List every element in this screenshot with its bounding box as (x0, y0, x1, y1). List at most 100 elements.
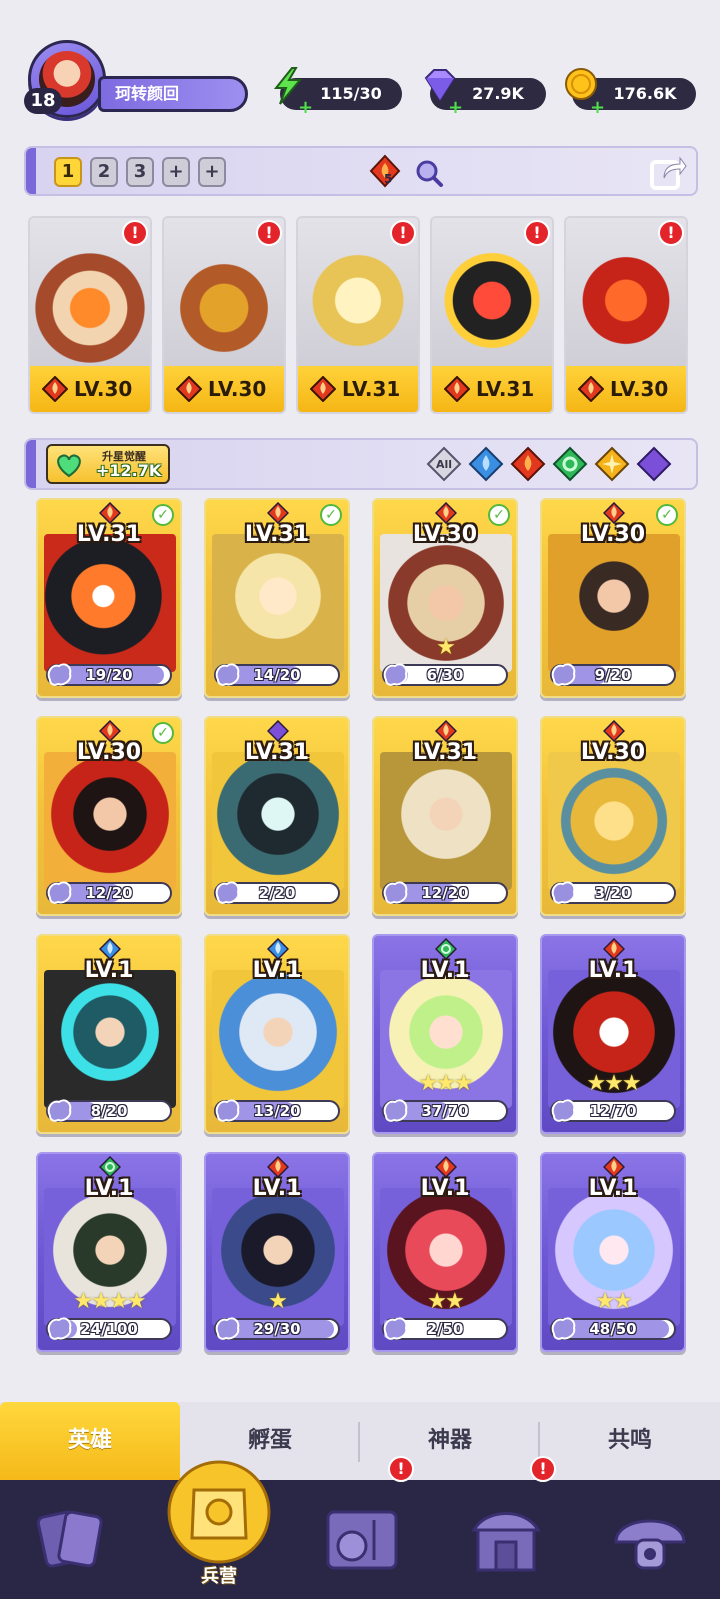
hero-fragment-bar: 9/20 (550, 663, 676, 686)
hero-fragment-count: 9/20 (594, 666, 632, 684)
awaken-value: +12.7K (96, 461, 162, 480)
tab-artifacts[interactable]: 神器 (360, 1402, 540, 1480)
map-alert-badge: ! (388, 1456, 414, 1482)
hero-stars: ★★ (427, 1289, 464, 1314)
filter-light-icon[interactable] (594, 446, 630, 482)
hero-card[interactable]: LV.1 ★★★ 12/70 (540, 934, 686, 1134)
star-awaken-button[interactable]: 升星觉醒 +12.7K (46, 444, 170, 484)
hero-fragment-bar: 2/50 (382, 1317, 508, 1340)
fire-element-icon (435, 1156, 457, 1178)
hero-fragment-bar: 12/20 (382, 881, 508, 904)
hero-portrait (44, 970, 176, 1108)
hero-card[interactable]: LV.31 2/20 (204, 716, 350, 916)
fire-element-icon (603, 1156, 625, 1178)
hero-card[interactable]: LV.30 3/20 (540, 716, 686, 916)
filter-wind-icon[interactable] (552, 446, 588, 482)
player-level-badge: 18 (24, 88, 62, 114)
hero-fragment-count: 12/20 (85, 884, 133, 902)
team-hero-card[interactable]: LV.30! (162, 216, 286, 414)
fire-element-icon (310, 376, 336, 402)
hero-fragment-count: 2/50 (426, 1320, 464, 1338)
search-icon[interactable] (414, 158, 444, 188)
team-hero-alert: ! (390, 220, 416, 246)
team-hero-alert: ! (122, 220, 148, 246)
hero-fragment-bar: 14/20 (214, 663, 340, 686)
hero-fragment-bar: 13/20 (214, 1099, 340, 1122)
nav-shrine[interactable] (432, 1480, 576, 1599)
team-slot-2[interactable]: 2 (90, 157, 118, 187)
hero-fragment-bar: 48/50 (550, 1317, 676, 1340)
tab-heroes[interactable]: 英雄 (0, 1402, 180, 1480)
hero-fragment-count: 3/20 (594, 884, 632, 902)
hero-card[interactable]: LV.1 ★★ 48/50 (540, 1152, 686, 1352)
hero-level: LV.31 (412, 740, 478, 765)
hero-card[interactable]: LV.1 13/20 (204, 934, 350, 1134)
fire-count: 5 (384, 172, 393, 186)
hero-fragment-bar: 6/30 (382, 663, 508, 686)
hero-fragment-count: 24/100 (80, 1320, 138, 1338)
hero-card[interactable]: LV.31 12/20 (372, 716, 518, 916)
energy-counter[interactable]: + 115/30 (273, 67, 402, 118)
team-hero-card[interactable]: LV.30! (28, 216, 152, 414)
add-energy-icon[interactable]: + (298, 92, 313, 124)
hero-card[interactable]: LV.1 8/20 (36, 934, 182, 1134)
map-icon (326, 1510, 398, 1570)
hero-portrait (212, 752, 344, 890)
hero-card[interactable]: LV.1 ★★★★ 24/100 (36, 1152, 182, 1352)
add-team-slot-button-2[interactable]: + (198, 157, 226, 187)
hero-card[interactable]: ✓ LV.30 9/20 (540, 498, 686, 698)
hero-fragment-bar: 24/100 (46, 1317, 172, 1340)
team-hero-card[interactable]: LV.31! (296, 216, 420, 414)
hero-level: LV.30 (412, 522, 478, 547)
team-hero-card[interactable]: LV.30! (564, 216, 688, 414)
filter-bar: 升星觉醒 +12.7K All (24, 438, 698, 490)
tab-resonance[interactable]: 共鸣 (540, 1402, 720, 1480)
hero-level: LV.1 (420, 958, 470, 983)
fire-element-icon (603, 938, 625, 960)
nav-cards[interactable] (0, 1480, 144, 1599)
fire-element-icon (42, 376, 68, 402)
hero-card[interactable]: ✓ LV.31 19/20 (36, 498, 182, 698)
hero-card[interactable]: ✓ LV.30 ★ 6/30 (372, 498, 518, 698)
nav-map[interactable] (288, 1480, 432, 1599)
team-hero-card[interactable]: LV.31! (430, 216, 554, 414)
fire-element-icon (176, 376, 202, 402)
add-team-slot-button[interactable]: + (162, 157, 190, 187)
add-coins-icon[interactable]: + (590, 92, 605, 124)
hero-portrait (212, 970, 344, 1108)
share-icon[interactable] (648, 152, 688, 192)
player-name[interactable]: 珂转颜回 (98, 76, 248, 112)
hero-fragment-count: 2/20 (258, 884, 296, 902)
nav-active-label: 兵营 (201, 1566, 237, 1587)
hero-card[interactable]: ✓ LV.30 12/20 (36, 716, 182, 916)
filter-water-icon[interactable] (468, 446, 504, 482)
hero-stars: ★ (436, 635, 456, 660)
sub-tab-bar: 英雄 孵蛋 神器 共鸣 (0, 1402, 720, 1480)
filter-dark-icon[interactable] (636, 446, 672, 482)
team-slot-3[interactable]: 3 (126, 157, 154, 187)
hero-card[interactable]: ✓ LV.31 14/20 (204, 498, 350, 698)
add-gems-icon[interactable]: + (448, 92, 463, 124)
team-slot-1[interactable]: 1 (54, 157, 82, 187)
team-hero-alert: ! (658, 220, 684, 246)
filter-all-icon[interactable]: All (426, 446, 462, 482)
fire-element-icon (603, 720, 625, 742)
nav-barracks[interactable]: 兵营 (164, 1454, 274, 1594)
filter-fire-icon[interactable] (510, 446, 546, 482)
hero-fragment-count: 48/50 (589, 1320, 637, 1338)
hero-portrait (212, 534, 344, 672)
hero-fragment-count: 6/30 (426, 666, 464, 684)
hero-fragment-bar: 8/20 (46, 1099, 172, 1122)
hero-fragment-bar: 19/20 (46, 663, 172, 686)
hero-card[interactable]: LV.1 ★★ 2/50 (372, 1152, 518, 1352)
hero-card[interactable]: LV.1 ★ 29/30 (204, 1152, 350, 1352)
coins-counter[interactable]: + 176.6K (565, 68, 696, 118)
fire-element-icon (267, 502, 289, 524)
hero-card[interactable]: LV.1 ★★★ 37/70 (372, 934, 518, 1134)
nav-mushroom[interactable] (576, 1480, 720, 1599)
gems-counter[interactable]: + 27.9K (424, 69, 546, 118)
hero-fragment-bar: 12/20 (46, 881, 172, 904)
hero-level: LV.30 (76, 740, 142, 765)
hero-level: LV.1 (588, 958, 638, 983)
hero-fragment-count: 12/70 (589, 1102, 637, 1120)
